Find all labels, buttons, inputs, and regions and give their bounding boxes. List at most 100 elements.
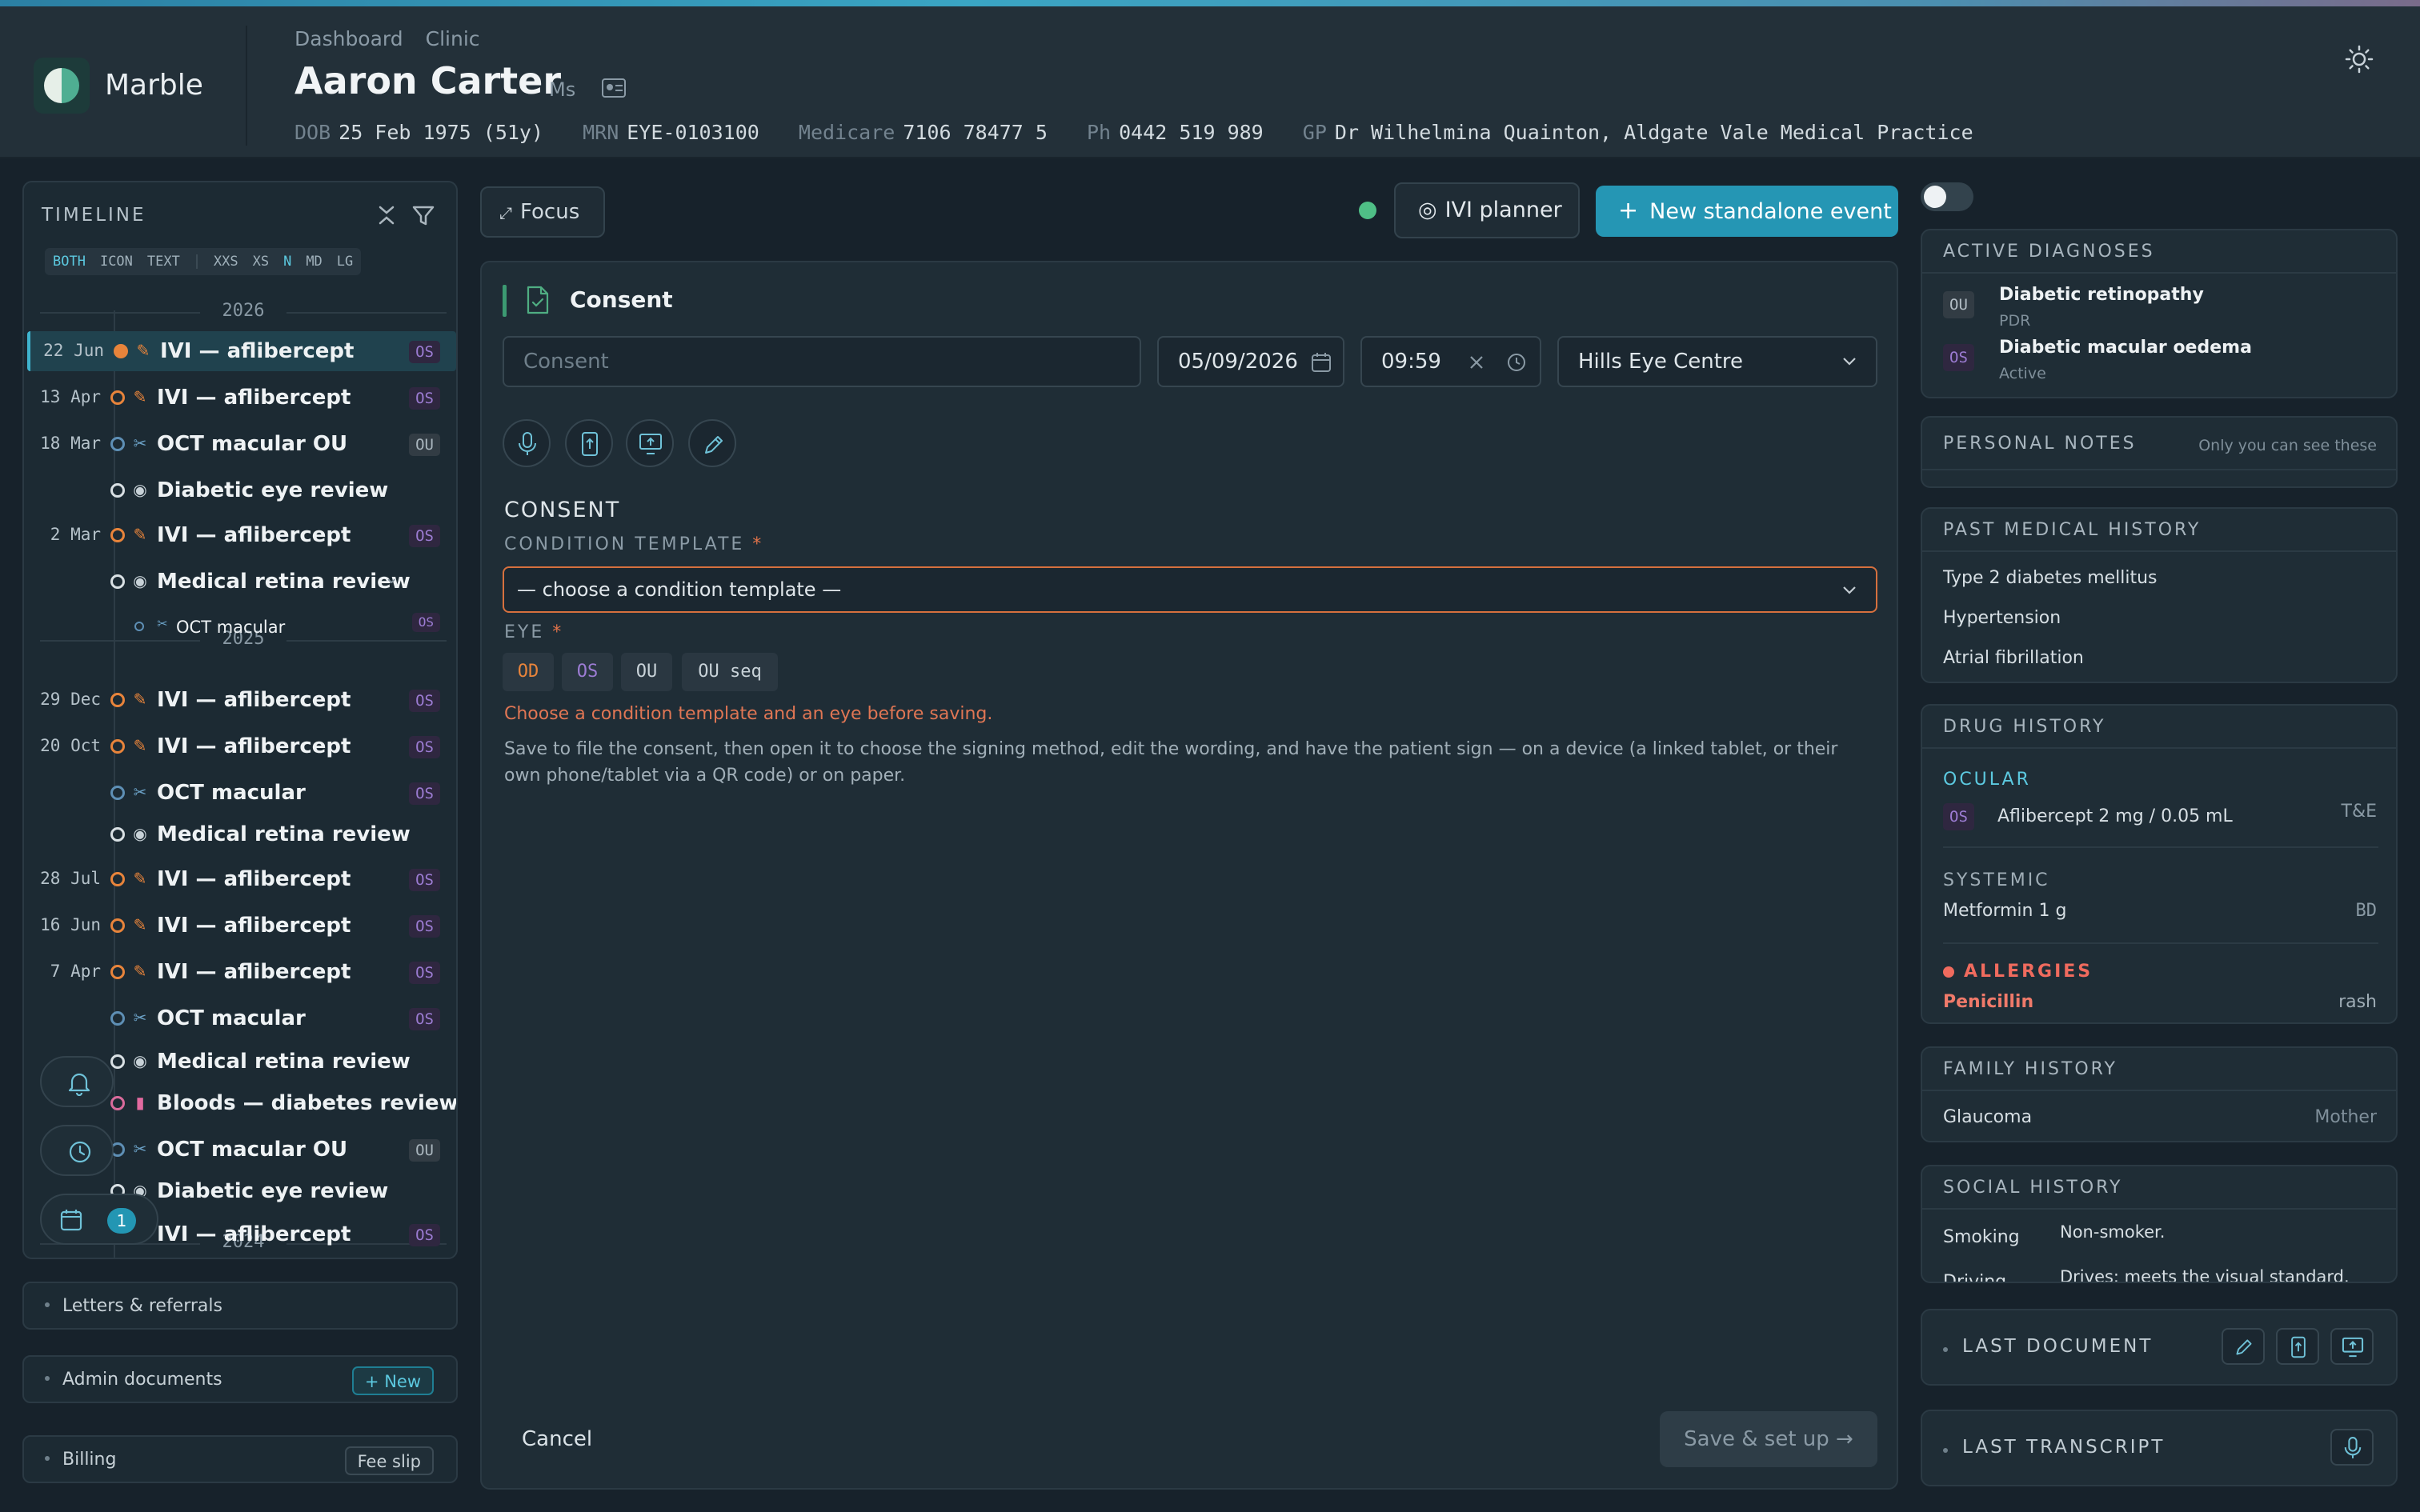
present-document-button[interactable] [2330,1328,2374,1365]
timeline-row[interactable]: 18 Mar ✂ OCT macular OU OU [27,424,456,464]
dx-sub: PDR [1999,312,2031,330]
dictate-button[interactable] [503,419,551,467]
breadcrumb-dashboard[interactable]: Dashboard [294,27,403,50]
eye-os-button[interactable]: OS [562,653,613,691]
new-admin-document-button[interactable]: + New [351,1366,434,1395]
timeline-row[interactable]: 22 Jun ✎ IVI — aflibercept OS [27,331,456,371]
dx-name[interactable]: Diabetic retinopathy [1999,285,2204,305]
social-value[interactable]: Drives; meets the visual standard. [2060,1267,2350,1282]
theme-sun-icon[interactable] [2345,45,2374,74]
event-name-input[interactable]: Consent [503,336,1141,387]
last-document-panel[interactable]: LAST DOCUMENT [1921,1309,2398,1386]
eye-ou-seq-button[interactable]: OU seq [682,653,778,691]
allergy-name[interactable]: Penicillin [1943,992,2033,1012]
timeline-row[interactable]: 7 Apr ✎ IVI — aflibercept OS [27,952,456,992]
location-value: Hills Eye Centre [1578,350,1744,374]
social-key: Driving [1943,1272,2007,1283]
timeline-row[interactable]: ✂ OCT macular OS [27,606,456,638]
admin-documents-panel[interactable]: Admin documents + New [22,1355,458,1403]
clear-time-icon[interactable] [1469,355,1484,370]
chip-md[interactable]: MD [302,251,325,272]
breadcrumb-clinic[interactable]: Clinic [426,27,480,50]
eye-icon: ◉ [133,480,147,499]
target-icon: ◎ [1418,198,1437,222]
timeline-row[interactable]: 29 Dec ✎ IVI — aflibercept OS [27,680,456,720]
phone-label: Ph [1087,121,1112,144]
transcript-mic-button[interactable] [2330,1429,2374,1466]
calendar-icon[interactable] [1311,352,1332,373]
eye-ou-button[interactable]: OU [621,653,672,691]
expand-caret-icon [45,1302,50,1307]
send-document-tablet-button[interactable] [2276,1328,2319,1365]
card-title: Consent [570,286,673,313]
chip-icon[interactable]: ICON [97,251,136,272]
clock-icon[interactable] [1506,352,1527,373]
collapse-icon[interactable] [376,205,397,226]
fee-slip-button[interactable]: Fee slip [344,1446,434,1475]
timeline-label: Medical retina review [157,822,411,846]
timeline-label: IVI — aflibercept [157,386,351,410]
time-input[interactable]: 09:59 [1360,336,1541,387]
last-transcript-panel[interactable]: LAST TRANSCRIPT [1921,1410,2398,1486]
eye-badge: OU [409,434,440,456]
patient-meta: DOB 25 Feb 1975 (51y) MRN EYE-0103100 Medi… [294,121,1973,144]
timeline-row[interactable]: ◉ Medical retina review [27,814,456,854]
pmh-item[interactable]: Hypertension [1943,608,2061,628]
timeline-row[interactable]: 16 Jun ✎ IVI — aflibercept OS [27,906,456,946]
history-button[interactable] [40,1125,114,1176]
timeline-row[interactable]: ✂ OCT macular OS [27,998,456,1038]
billing-panel[interactable]: Billing Fee slip [22,1435,458,1483]
timeline-row[interactable]: 2 Mar ✎ IVI — aflibercept OS [27,515,456,555]
new-standalone-event-button[interactable]: + New standalone event [1596,186,1898,237]
timeline-row[interactable]: ◉ Medical retina review ⌄ [27,562,456,602]
save-setup-button[interactable]: Save & set up → [1660,1411,1877,1467]
timeline-row[interactable]: 28 Jul ✎ IVI — aflibercept OS [27,859,456,899]
chevron-down-icon [1843,586,1856,594]
expand-chevron-icon[interactable]: ⌄ [384,568,399,588]
notifications-button[interactable] [40,1056,114,1107]
ocular-drug-name[interactable]: Aflibercept 2 mg / 0.05 mL [1997,806,2233,826]
timeline-row[interactable]: ◉ Diabetic eye review [27,470,456,510]
chip-xs[interactable]: XS [250,251,272,272]
syringe-icon: ✎ [136,341,150,360]
document-check-icon [525,285,551,315]
social-value[interactable]: Non-smoker. [2060,1222,2165,1242]
id-card-icon[interactable] [602,78,626,98]
systemic-drug-name[interactable]: Metformin 1 g [1943,901,2066,921]
filter-icon[interactable] [411,205,435,227]
timeline-label: IVI — aflibercept [157,914,351,938]
chip-xxs[interactable]: XXS [210,251,242,272]
dx-name[interactable]: Diabetic macular oedema [1999,338,2252,358]
ocular-drug-regimen: T&E [2341,802,2378,822]
chip-text[interactable]: TEXT [144,251,183,272]
present-screen-button[interactable] [626,419,674,467]
location-select[interactable]: Hills Eye Centre [1557,336,1877,387]
sidebar-toggle[interactable] [1921,182,1973,211]
calendar-button[interactable]: 1 [40,1194,158,1245]
timeline-row[interactable]: 20 Oct ✎ IVI — aflibercept OS [27,726,456,766]
eye-od-button[interactable]: OD [503,653,554,691]
calendar-badge: 1 [107,1208,136,1234]
send-to-tablet-button[interactable] [565,419,613,467]
marble-logo[interactable] [34,58,90,114]
chip-n[interactable]: N [280,251,294,272]
personal-notes-panel[interactable]: PERSONAL NOTES Only you can see these [1921,416,2398,488]
timeline-date: 22 Jun [43,341,104,360]
focus-button[interactable]: ⤢ Focus [480,186,605,238]
timeline-label: Medical retina review [157,1050,411,1074]
family-condition[interactable]: Glaucoma [1943,1107,2032,1127]
ivi-planner-button[interactable]: ◎ IVI planner [1394,182,1580,238]
date-input[interactable]: 05/09/2026 [1157,336,1344,387]
chip-both[interactable]: BOTH [50,251,89,272]
letters-referrals-panel[interactable]: Letters & referrals [22,1282,458,1330]
pmh-item[interactable]: Type 2 diabetes mellitus [1943,568,2158,588]
pmh-item[interactable]: Atrial fibrillation [1943,648,2084,668]
timeline-row[interactable]: ✂ OCT macular OS [27,773,456,813]
condition-template-select[interactable]: — choose a condition template — [503,566,1877,613]
edit-document-button[interactable] [2222,1328,2265,1365]
edit-pen-button[interactable] [688,419,736,467]
chip-lg[interactable]: LG [334,251,356,272]
cancel-button[interactable]: Cancel [522,1427,592,1451]
last-transcript-title: LAST TRANSCRIPT [1962,1437,2166,1458]
timeline-row[interactable]: 13 Apr ✎ IVI — aflibercept OS [27,378,456,418]
